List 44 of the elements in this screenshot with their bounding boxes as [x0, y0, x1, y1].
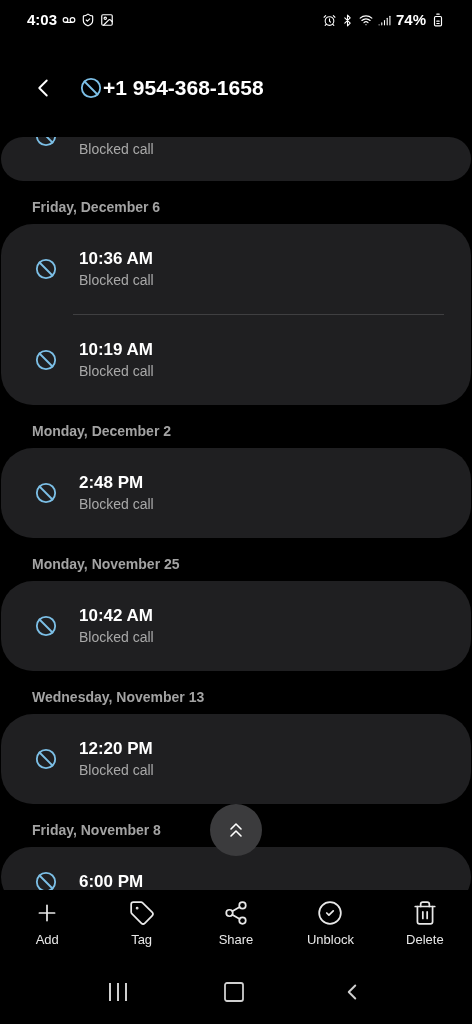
blocked-icon — [35, 748, 57, 770]
tag-icon — [128, 900, 155, 926]
date-header: Friday, December 6 — [32, 198, 161, 217]
action-button[interactable]: Share — [188, 900, 284, 950]
shield-icon — [81, 13, 96, 27]
blocked-icon — [35, 482, 57, 504]
call-type: Blocked call — [79, 495, 154, 514]
share-icon — [223, 900, 249, 926]
blocked-icon — [35, 258, 57, 280]
call-time: 10:36 AM — [79, 248, 154, 270]
signal-icon — [377, 13, 391, 27]
check-circle-icon — [317, 900, 344, 926]
battery-level: 74% — [395, 9, 426, 30]
call-type: Blocked call — [79, 628, 154, 647]
call-time: 10:19 AM — [79, 339, 154, 361]
status-time: 4:03 — [27, 9, 58, 30]
contact-number: +1 954-368-1658 — [103, 74, 264, 101]
action-button[interactable]: Delete — [377, 900, 472, 950]
call-type: Blocked call — [79, 362, 154, 381]
call-type: Blocked call — [79, 761, 154, 780]
action-button[interactable]: Tag — [94, 900, 189, 950]
trash-icon — [411, 900, 438, 926]
call-time: 12:20 PM — [79, 738, 154, 760]
scroll-to-top-button[interactable] — [210, 804, 262, 856]
date-header: Monday, November 25 — [32, 555, 180, 574]
date-header: Friday, November 8 — [32, 821, 161, 840]
blocked-icon — [35, 871, 57, 890]
call-time: 2:48 PM — [79, 472, 145, 494]
battery-icon — [431, 13, 445, 27]
wifi-icon — [358, 13, 373, 27]
call-time: 6:00 PM — [79, 871, 144, 890]
date-header: Wednesday, November 13 — [32, 688, 205, 707]
call-type: Blocked call — [79, 140, 154, 159]
recent-apps-icon[interactable] — [106, 982, 129, 1002]
action-button[interactable]: Add — [0, 900, 95, 950]
home-icon[interactable] — [222, 980, 246, 1004]
image-icon — [100, 13, 115, 27]
call-type: Blocked call — [79, 271, 154, 290]
blocked-icon — [35, 615, 57, 637]
call-time: 10:42 AM — [79, 605, 154, 627]
alarm-icon — [322, 13, 336, 27]
date-header: Monday, December 2 — [32, 422, 171, 441]
blocked-icon — [35, 349, 57, 371]
action-button[interactable]: Unblock — [283, 900, 378, 950]
